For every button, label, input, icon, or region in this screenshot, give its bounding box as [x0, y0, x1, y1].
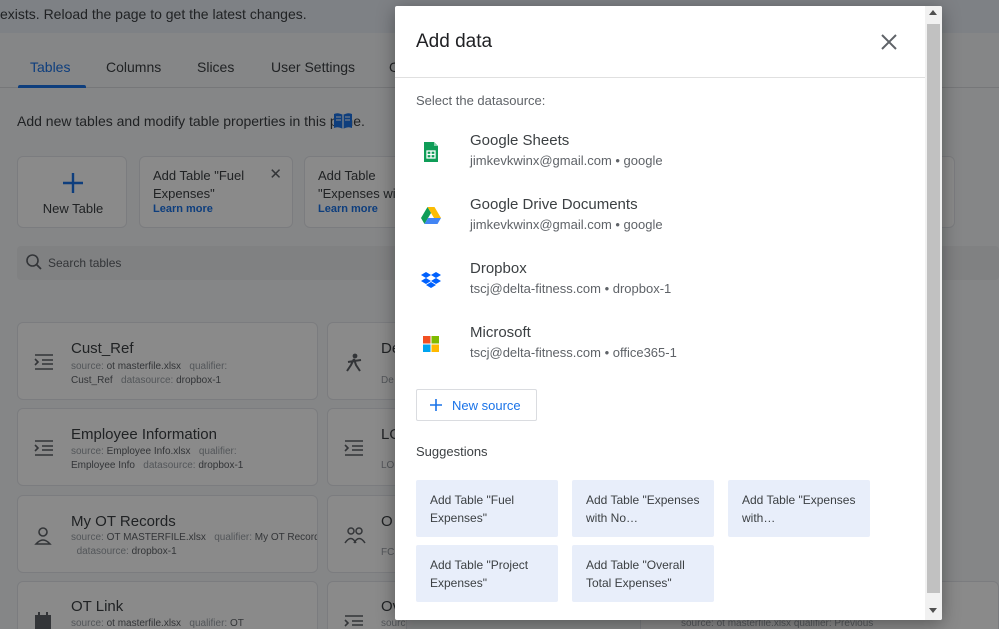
new-source-label: New source	[452, 398, 521, 413]
new-source-button[interactable]: New source	[416, 389, 537, 421]
plus-icon	[429, 398, 443, 417]
source-name: Google Sheets	[470, 132, 570, 149]
source-google-drive[interactable]: Google Drive Documents jimkevkwinx@gmail…	[416, 193, 906, 247]
source-account: tscj@delta-fitness.com • office365-1	[470, 345, 677, 360]
source-name: Google Drive Documents	[470, 196, 638, 213]
source-name: Dropbox	[470, 260, 527, 277]
source-google-sheets[interactable]: Google Sheets jimkevkwinx@gmail.com • go…	[416, 129, 906, 183]
google-drive-icon	[420, 205, 442, 227]
suggestions-heading: Suggestions	[416, 444, 488, 459]
source-account: tscj@delta-fitness.com • dropbox-1	[470, 281, 672, 296]
dialog-header: Add data	[395, 6, 925, 78]
suggestion-chip[interactable]: Add Table "Fuel Expenses"	[416, 480, 558, 537]
source-account: jimkevkwinx@gmail.com • google	[470, 153, 663, 168]
scrollbar-thumb[interactable]	[927, 24, 940, 593]
scroll-down-arrow-icon[interactable]	[929, 608, 937, 613]
suggestion-chip[interactable]: Add Table "Expenses with No…	[572, 480, 714, 537]
suggestion-chip[interactable]: Add Table "Project Expenses"	[416, 545, 558, 602]
suggestion-chip[interactable]: Add Table "Expenses with…	[728, 480, 870, 537]
dialog-title: Add data	[416, 31, 493, 52]
source-name: Microsoft	[470, 324, 531, 341]
source-microsoft[interactable]: Microsoft tscj@delta-fitness.com • offic…	[416, 321, 906, 375]
suggestion-chip[interactable]: Add Table "Overall Total Expenses"	[572, 545, 714, 602]
microsoft-icon	[420, 333, 442, 355]
dropbox-icon	[420, 269, 442, 291]
source-dropbox[interactable]: Dropbox tscj@delta-fitness.com • dropbox…	[416, 257, 906, 311]
datasource-prompt: Select the datasource:	[416, 93, 546, 108]
dialog-scrollbar[interactable]	[925, 6, 942, 620]
close-icon[interactable]	[878, 31, 900, 53]
scroll-up-arrow-icon[interactable]	[929, 10, 937, 15]
add-data-dialog: Add data Select the datasource: Google S…	[395, 6, 942, 620]
source-account: jimkevkwinx@gmail.com • google	[470, 217, 663, 232]
google-sheets-icon	[420, 141, 442, 163]
